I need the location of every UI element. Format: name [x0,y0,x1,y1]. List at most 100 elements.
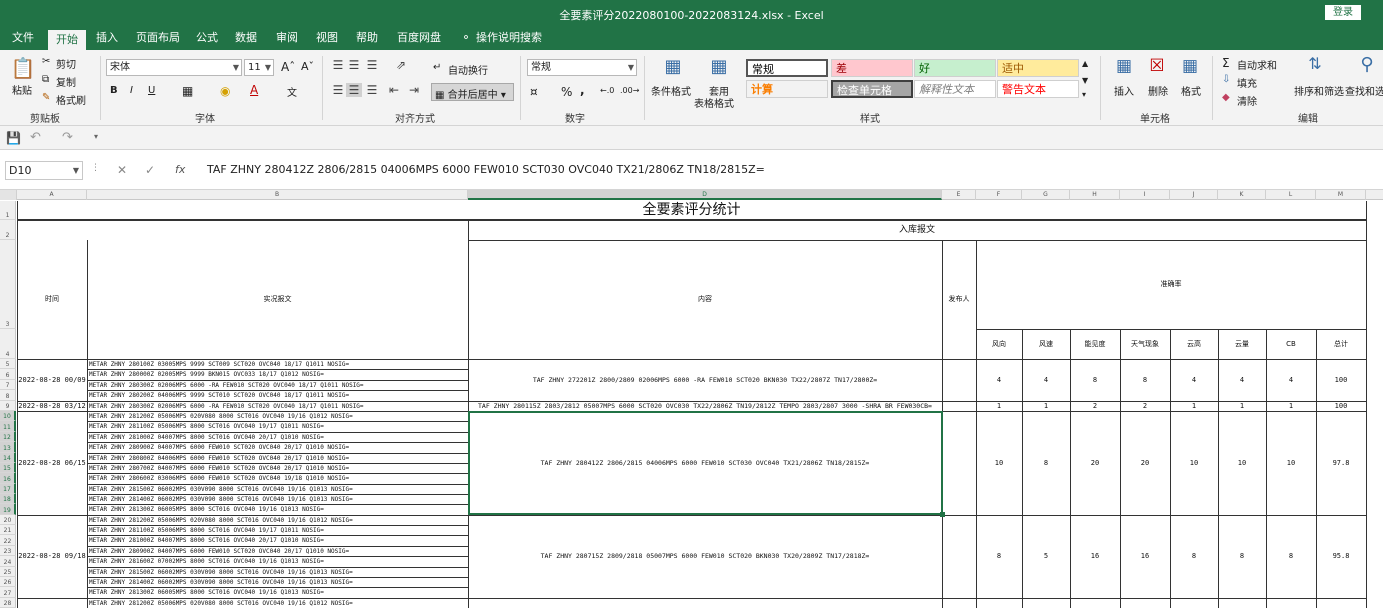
obs-header[interactable]: 实况报文 [87,240,468,359]
metar-line[interactable]: METAR ZHNY 280200Z 04006MPS 9999 SCT010 … [89,392,349,399]
font-size-select[interactable]: 11 ▼ [244,59,274,76]
tab-data[interactable]: 数据 [229,28,263,50]
score-cell[interactable]: 8 [1070,359,1120,401]
metar-line[interactable]: METAR ZHNY 281500Z 06002MPS 030V090 8000… [89,486,353,493]
row-header[interactable]: 2 [0,220,16,240]
format-as-table-icon[interactable]: ▦ [706,56,732,77]
row-header[interactable]: 8 [0,390,16,401]
accuracy-subheader[interactable]: 天气现象 [1120,329,1170,359]
fill-handle[interactable] [940,512,945,517]
row-header[interactable]: 26 [0,577,16,587]
metar-line[interactable]: METAR ZHNY 280900Z 04007MPS 6000 FEW010 … [89,444,349,451]
align-bottom-icon[interactable]: ☰ [364,58,380,72]
merge-center-button[interactable]: ▦ 合并后居中 ▾ [431,83,514,101]
underline-button[interactable]: U [148,85,155,96]
accuracy-subheader[interactable]: 能见度 [1070,329,1120,359]
wrap-text-icon[interactable]: ↵ [433,62,441,73]
row-header[interactable]: 3 [0,240,16,329]
fill-icon[interactable]: ⇩ [1222,74,1230,85]
sort-filter-button[interactable]: 排序和筛选 [1294,83,1344,98]
row-header[interactable]: 4 [0,329,16,359]
row-header[interactable]: 22 [0,535,16,546]
increase-decimal-icon[interactable]: ←.0 [600,86,614,95]
align-middle-icon[interactable]: ☰ [346,58,362,72]
sheet-title[interactable]: 全要素评分统计 [17,201,1366,220]
row-header[interactable]: 25 [0,567,16,577]
autosum-button[interactable]: 自动求和 [1237,57,1277,72]
cell-style-3[interactable]: 好 [914,59,996,77]
phonetic-icon[interactable]: 文 [287,84,297,99]
score-cell[interactable]: 1 [1022,401,1070,411]
metar-line[interactable]: METAR ZHNY 281300Z 06005MPS 8000 SCT016 … [89,506,324,513]
row-header[interactable]: 24 [0,556,16,567]
time-cell[interactable]: 2022-08-28 00/09 [17,359,87,401]
tab-view[interactable]: 视图 [310,28,344,50]
enter-icon[interactable]: ✓ [145,163,155,177]
accuracy-header[interactable]: 准确率 [976,240,1366,329]
score-cell[interactable]: 100 [1316,401,1366,411]
metar-line[interactable]: METAR ZHNY 280900Z 04007MPS 6000 FEW010 … [89,548,349,555]
score-cell[interactable]: 10 [1266,411,1316,515]
insert-cells-button[interactable]: 插入 [1114,83,1134,98]
row-header[interactable]: 16 [0,473,16,484]
score-cell[interactable]: 4 [1170,359,1218,401]
score-cell[interactable]: 97.8 [1316,411,1366,515]
time-cell[interactable]: 2022-08-28 03/12 [17,401,87,411]
score-cell[interactable]: 1 [976,401,1022,411]
italic-button[interactable]: I [130,85,133,96]
accuracy-subheader[interactable]: 总计 [1316,329,1366,359]
align-left-icon[interactable]: ☰ [330,83,346,97]
content-header[interactable]: 内容 [468,240,942,359]
font-name-select[interactable]: 宋体 ▼ [106,59,242,76]
metar-line[interactable]: METAR ZHNY 280300Z 02006MPS 6000 -RA FEW… [89,403,364,410]
paste-button[interactable]: 粘贴 [12,82,32,97]
score-cell[interactable]: 95.8 [1316,515,1366,598]
decrease-indent-icon[interactable]: ⇤ [386,83,402,97]
row-header[interactable]: 27 [0,587,16,598]
accuracy-subheader[interactable]: 云量 [1218,329,1266,359]
align-top-icon[interactable]: ☰ [330,58,346,72]
gallery-scroll-up-icon[interactable]: ▲ [1082,59,1088,68]
name-box[interactable]: D10 ▼ [5,161,83,180]
format-as-table-line2[interactable]: 表格格式 [694,95,734,110]
tab-baidu-netdisk[interactable]: 百度网盘 [392,28,446,50]
cell-style-8[interactable]: 警告文本 [997,80,1079,98]
metar-line[interactable]: METAR ZHNY 281200Z 05006MPS 020V080 8000… [89,517,353,524]
accuracy-subheader[interactable]: CB [1266,329,1316,359]
metar-line[interactable]: METAR ZHNY 281100Z 05006MPS 8000 SCT016 … [89,527,324,534]
copy-button[interactable]: 复制 [56,74,76,89]
customize-qat-icon[interactable]: ▾ [94,132,98,141]
score-cell[interactable]: 8 [1218,515,1266,598]
cut-button[interactable]: 剪切 [56,56,76,71]
score-cell[interactable]: 8 [1120,359,1170,401]
insert-function-button[interactable]: fx [175,163,185,176]
row-header[interactable]: 6 [0,369,16,380]
row-header[interactable]: 23 [0,546,16,556]
bold-button[interactable]: B [110,85,118,96]
cut-icon[interactable]: ✂ [42,56,50,67]
metar-line[interactable]: METAR ZHNY 281200Z 05006MPS 020V080 8000… [89,600,353,607]
row-header[interactable]: 18 [0,494,16,504]
format-cells-icon[interactable]: ▦ [1179,56,1201,76]
score-cell[interactable]: 4 [1266,359,1316,401]
wrap-text-button[interactable]: 自动换行 [448,62,488,77]
row-header[interactable]: 7 [0,380,16,390]
formula-input[interactable]: TAF ZHNY 280412Z 2806/2815 04006MPS 6000… [207,163,765,176]
accuracy-subheader[interactable]: 风速 [1022,329,1070,359]
tab-file[interactable]: 文件 [4,28,42,50]
currency-icon[interactable]: ¤ [530,85,538,99]
accuracy-subheader[interactable]: 云高 [1170,329,1218,359]
decrease-font-icon[interactable]: Aˇ [301,60,314,73]
align-center-icon[interactable]: ☰ [346,83,362,97]
comma-button[interactable]: , [580,83,585,97]
row-header[interactable]: 9 [0,401,16,411]
column-header-d[interactable]: D [468,190,942,200]
taf-content-cell[interactable]: TAF ZHNY 272201Z 2800/2809 02006MPS 6000… [468,359,942,401]
metar-line[interactable]: METAR ZHNY 280000Z 02005MPS 9999 BKN015 … [89,371,324,378]
column-header-k[interactable]: K [1218,190,1266,200]
inbound-header[interactable]: 入库报文 [468,220,1366,240]
autosum-icon[interactable]: Σ [1222,56,1230,70]
metar-line[interactable]: METAR ZHNY 281500Z 06002MPS 030V090 8000… [89,569,353,576]
accuracy-subheader[interactable]: 风向 [976,329,1022,359]
font-color-icon[interactable]: A [250,83,258,97]
